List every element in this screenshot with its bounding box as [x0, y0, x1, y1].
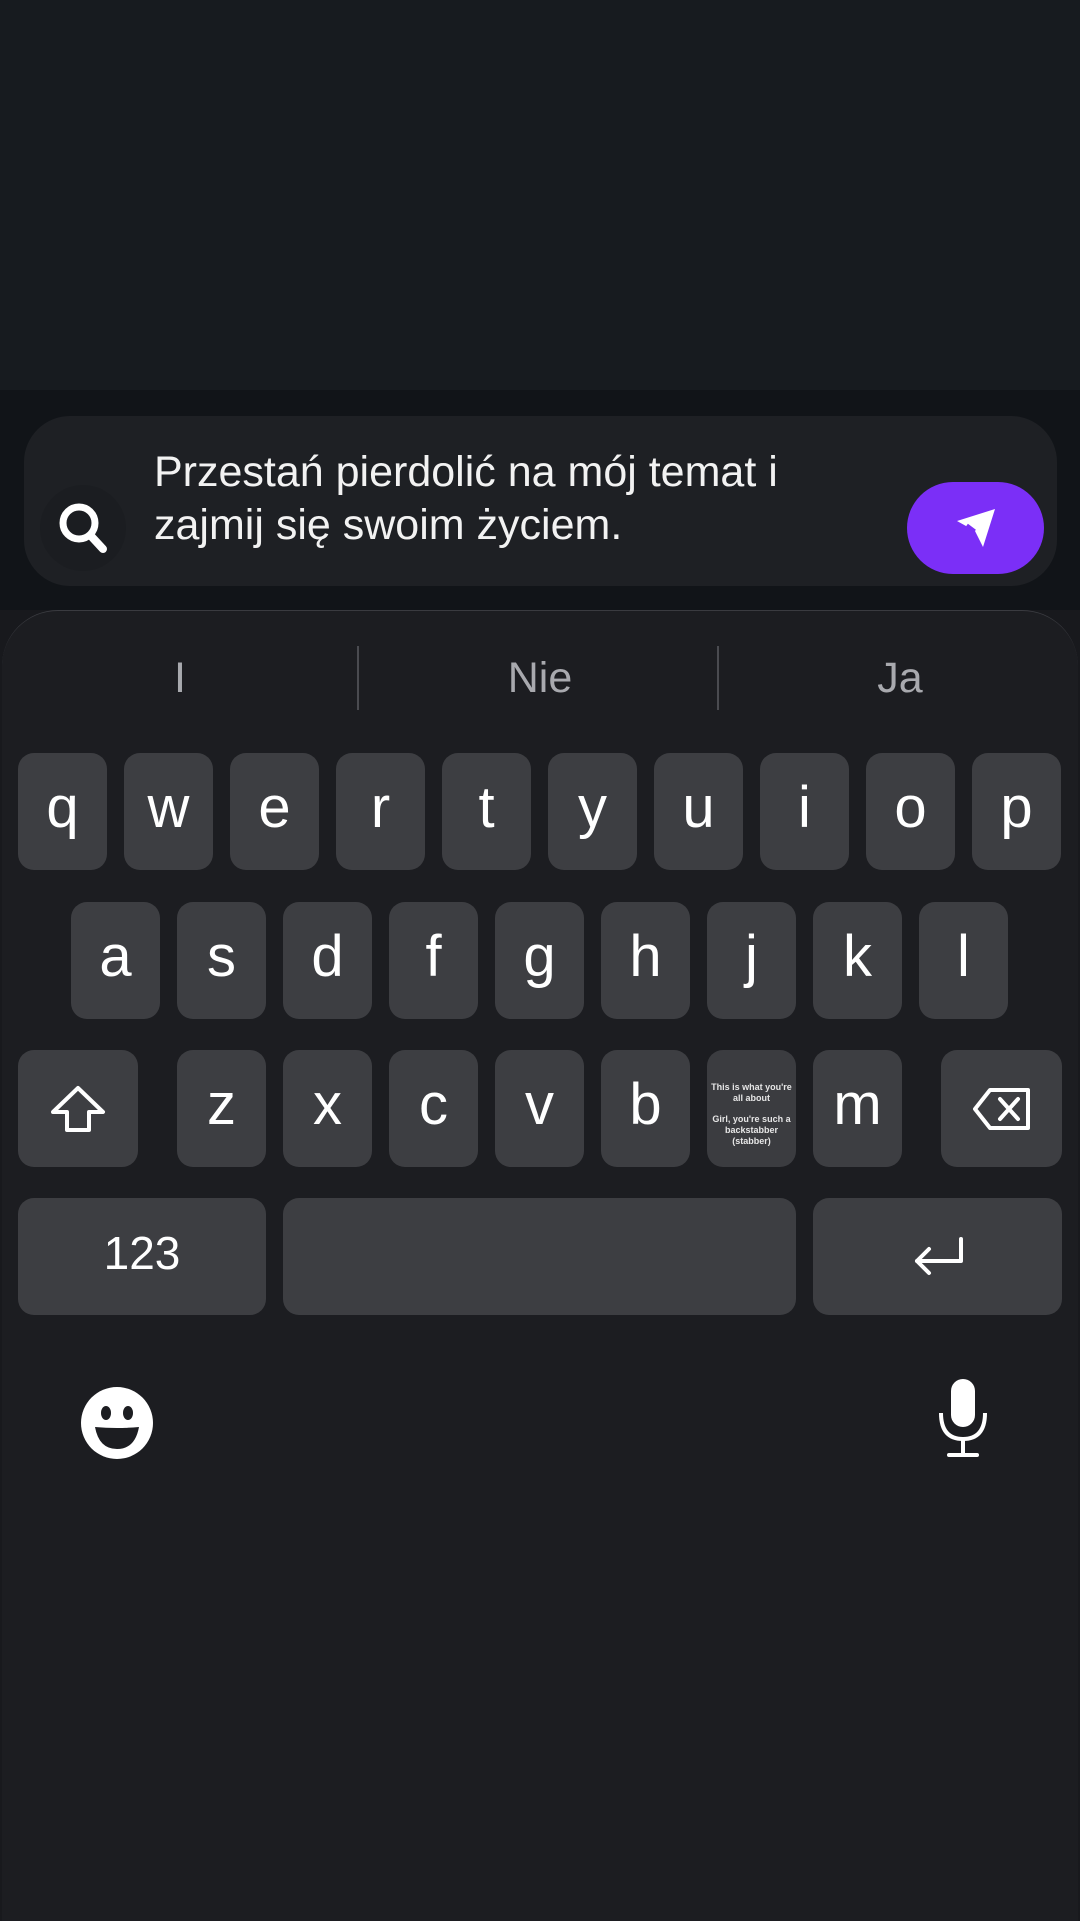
emoji-icon: [81, 1387, 153, 1459]
shift-icon: [51, 1085, 105, 1132]
suggestion-2[interactable]: Nie: [380, 646, 700, 710]
preview-line-1: This is what you're all about: [711, 1082, 792, 1103]
key-t[interactable]: t: [442, 753, 531, 870]
backspace-key[interactable]: [941, 1050, 1062, 1167]
key-b[interactable]: b: [601, 1050, 690, 1167]
return-key[interactable]: [813, 1198, 1062, 1315]
suggestion-3[interactable]: Ja: [740, 646, 1060, 710]
key-i[interactable]: i: [760, 753, 849, 870]
key-k[interactable]: k: [813, 902, 902, 1019]
key-o[interactable]: o: [866, 753, 955, 870]
shift-key[interactable]: [18, 1050, 138, 1167]
space-key[interactable]: [283, 1198, 796, 1315]
send-icon: [956, 509, 995, 547]
search-icon: [59, 503, 107, 553]
search-button[interactable]: [40, 485, 126, 571]
key-p[interactable]: p: [972, 753, 1061, 870]
key-v[interactable]: v: [495, 1050, 584, 1167]
key-m[interactable]: m: [813, 1050, 902, 1167]
key-a[interactable]: a: [71, 902, 160, 1019]
key-u[interactable]: u: [654, 753, 743, 870]
key-s[interactable]: s: [177, 902, 266, 1019]
key-h[interactable]: h: [601, 902, 690, 1019]
emoji-button[interactable]: [76, 1382, 158, 1464]
key-q[interactable]: q: [18, 753, 107, 870]
key-x[interactable]: x: [283, 1050, 372, 1167]
key-g[interactable]: g: [495, 902, 584, 1019]
suggestion-divider: [717, 646, 719, 710]
backspace-icon: [972, 1087, 1030, 1130]
key-l[interactable]: l: [919, 902, 1008, 1019]
key-n-preview[interactable]: This is what you're all about Girl, you'…: [707, 1050, 796, 1167]
send-button[interactable]: [907, 482, 1044, 574]
conversation-area: [0, 0, 1080, 390]
suggestion-1[interactable]: I: [20, 646, 340, 710]
key-d[interactable]: d: [283, 902, 372, 1019]
microphone-button[interactable]: [928, 1376, 998, 1460]
key-z[interactable]: z: [177, 1050, 266, 1167]
key-w[interactable]: w: [124, 753, 213, 870]
message-input-text[interactable]: Przestań pierdolić na mój temat i zajmij…: [154, 446, 874, 552]
return-icon: [914, 1236, 963, 1275]
microphone-icon: [939, 1379, 987, 1457]
preview-line-2: Girl, you're such a backstabber (stabber…: [712, 1114, 791, 1146]
numbers-key[interactable]: 123: [18, 1198, 266, 1315]
key-j[interactable]: j: [707, 902, 796, 1019]
key-y[interactable]: y: [548, 753, 637, 870]
key-r[interactable]: r: [336, 753, 425, 870]
key-e[interactable]: e: [230, 753, 319, 870]
key-f[interactable]: f: [389, 902, 478, 1019]
key-c[interactable]: c: [389, 1050, 478, 1167]
suggestion-divider: [357, 646, 359, 710]
